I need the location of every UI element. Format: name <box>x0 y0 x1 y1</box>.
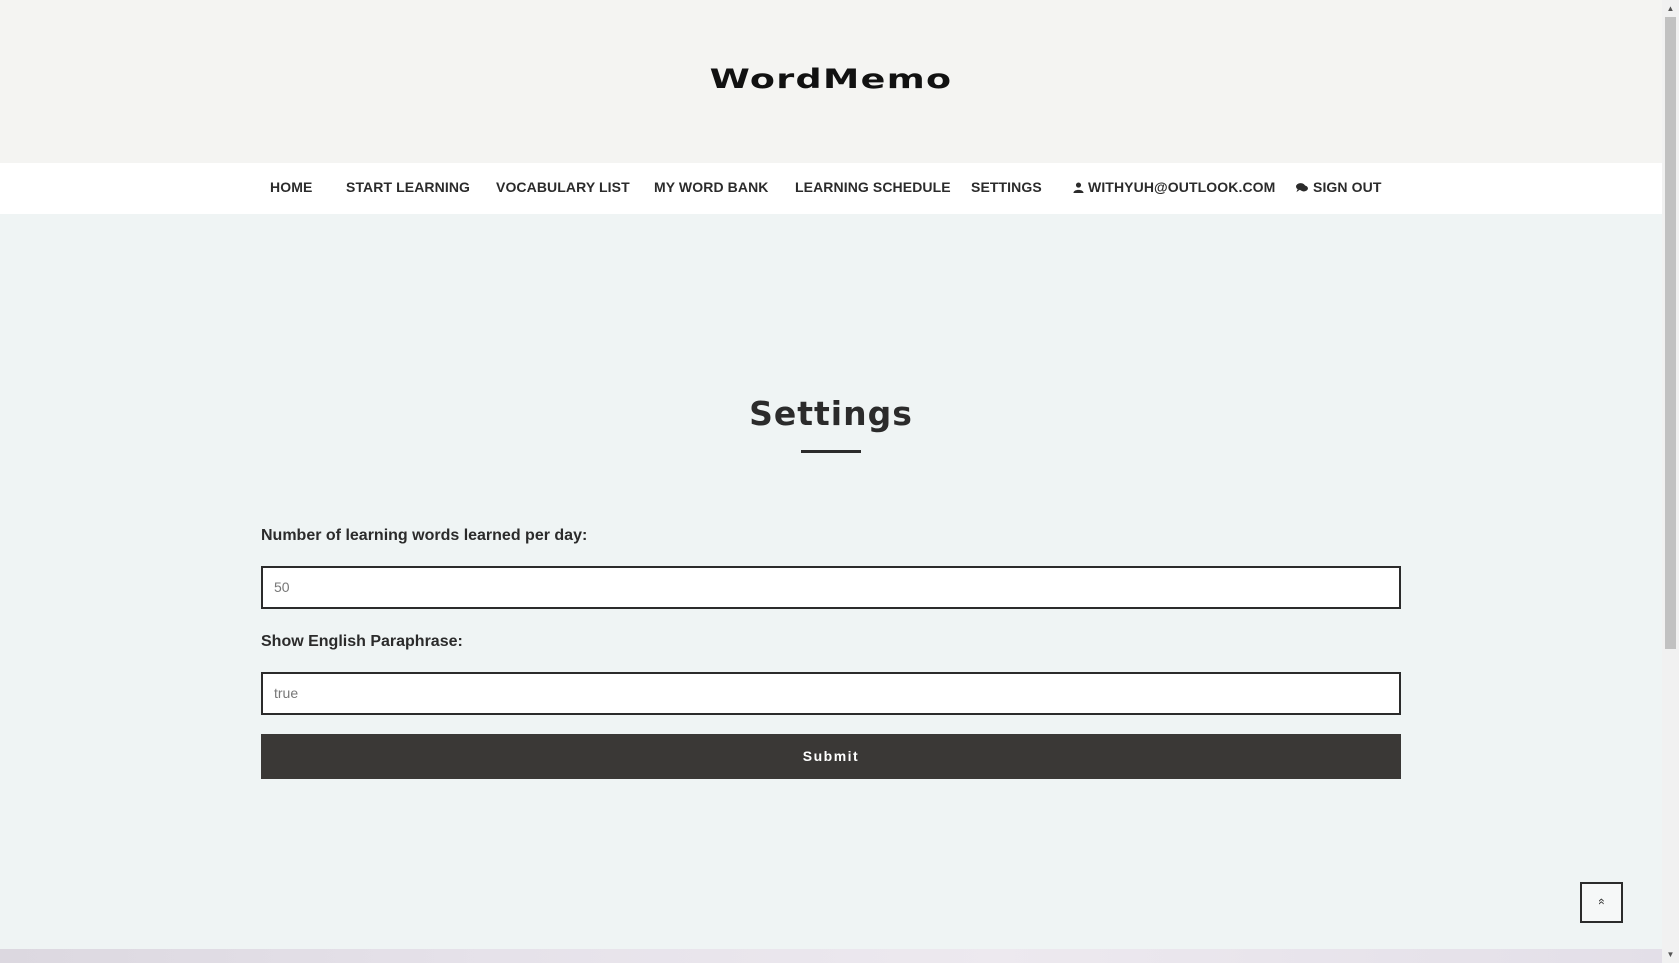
scroll-thumb[interactable] <box>1665 17 1676 649</box>
paraphrase-input[interactable]: true <box>261 672 1401 715</box>
words-per-day-label: Number of learning words learned per day… <box>261 527 588 544</box>
site-header: WordMemo <box>0 0 1662 163</box>
words-per-day-input[interactable]: 50 <box>261 566 1401 609</box>
nav-learning-schedule[interactable]: LEARNING SCHEDULE <box>795 163 951 214</box>
double-chevron-up-icon: « <box>1595 898 1609 905</box>
nav-sign-out-label: SIGN OUT <box>1313 179 1382 195</box>
nav-account-label: WITHYUH@OUTLOOK.COM <box>1088 179 1276 195</box>
nav-sign-out[interactable]: SIGN OUT <box>1295 163 1381 214</box>
scroll-down-arrow-icon[interactable]: ▼ <box>1662 946 1679 963</box>
site-logo[interactable]: WordMemo <box>0 64 1662 95</box>
scroll-to-top-button[interactable]: « <box>1580 882 1623 923</box>
nav-settings[interactable]: SETTINGS <box>971 163 1042 214</box>
main-nav: HOME START LEARNING VOCABULARY LIST MY W… <box>0 163 1662 214</box>
submit-button[interactable]: Submit <box>261 734 1401 779</box>
nav-home[interactable]: HOME <box>270 163 312 214</box>
page-scrollbar[interactable]: ▲ ▼ <box>1662 0 1679 963</box>
comments-icon <box>1296 183 1308 193</box>
nav-start-learning[interactable]: START LEARNING <box>346 163 470 214</box>
scroll-up-arrow-icon[interactable]: ▲ <box>1662 0 1679 17</box>
user-icon <box>1073 182 1084 193</box>
nav-account[interactable]: WITHYUH@OUTLOOK.COM <box>1073 163 1275 214</box>
settings-section: Settings Number of learning words learne… <box>0 214 1662 949</box>
paraphrase-label: Show English Paraphrase: <box>261 633 463 650</box>
nav-my-word-bank[interactable]: MY WORD BANK <box>654 163 769 214</box>
page-title: Settings <box>749 394 913 433</box>
footer-image-strip <box>0 949 1662 963</box>
page: WordMemo HOME START LEARNING VOCABULARY … <box>0 0 1662 963</box>
title-underline <box>801 450 861 453</box>
nav-vocabulary-list[interactable]: VOCABULARY LIST <box>496 163 630 214</box>
